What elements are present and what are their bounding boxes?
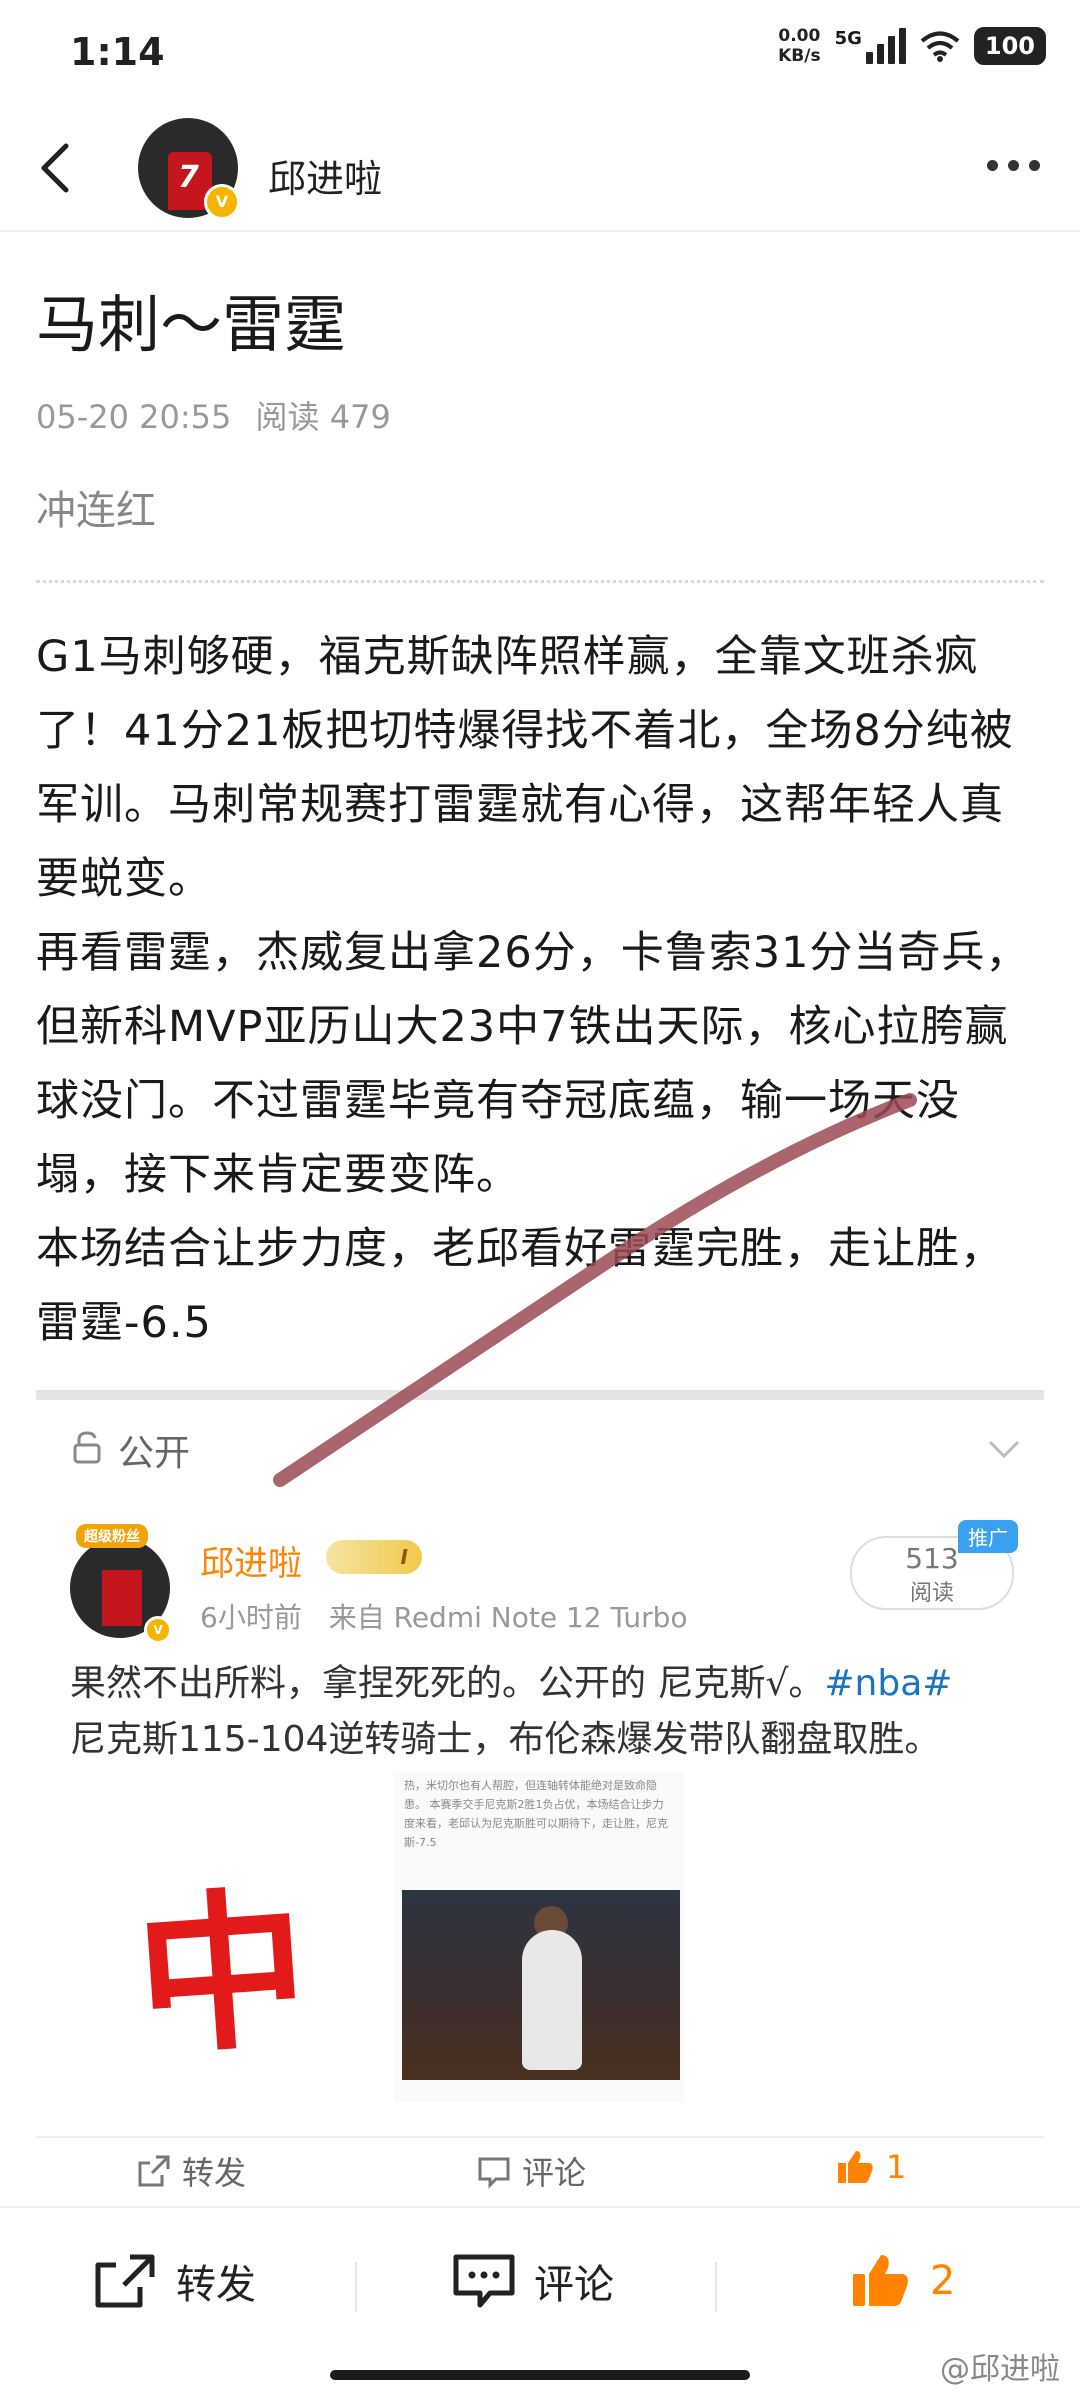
net-speed-unit: KB/s xyxy=(778,46,821,66)
repost-label: 转发 xyxy=(176,2262,256,2308)
thumbs-up-icon xyxy=(838,2151,873,2183)
nav-divider xyxy=(0,230,1080,232)
chevron-left-icon xyxy=(41,143,69,193)
repost-icon xyxy=(138,2155,170,2187)
article-date: 05-20 20:55 xyxy=(36,398,232,436)
embedded-comment-label: 评论 xyxy=(522,2154,587,2192)
thumbs-up-icon xyxy=(853,2255,908,2306)
like-count: 2 xyxy=(930,2258,956,2304)
read-count: 479 xyxy=(329,398,391,436)
battery-indicator: 100 xyxy=(973,27,1046,65)
hashtag-link: #nba# xyxy=(824,1663,953,1704)
embedded-like: 1 xyxy=(836,2148,906,2186)
player-photo xyxy=(402,1890,680,2080)
bottom-action-bar: 转发 评论 2 xyxy=(0,2206,1080,2368)
embedded-post-image[interactable]: 超级粉丝 V 邱进啦 I 6小时前 来自 Redmi Note 12 Turbo… xyxy=(36,1496,1044,2206)
home-indicator[interactable] xyxy=(330,2370,750,2380)
win-stamp: 中 xyxy=(130,1868,314,2080)
verified-badge-icon: V xyxy=(204,184,240,220)
status-icons: 0.00 KB/s 5G 100 xyxy=(778,26,1046,66)
more-options-button[interactable] xyxy=(987,160,1040,171)
weibo-watermark: @邱进啦 xyxy=(940,2352,1060,2387)
embedded-repost-label: 转发 xyxy=(182,2154,247,2192)
lock-icon xyxy=(73,1431,101,1464)
embedded-avatar: 超级粉丝 V xyxy=(70,1524,172,1644)
net-speed-value: 0.00 xyxy=(778,26,821,46)
paragraph-1: G1马刺够硬，福克斯缺阵照样赢，全靠文班杀疯了！41分21板把切特爆得找不着北，… xyxy=(36,632,1014,904)
embedded-read-label: 阅读 xyxy=(909,1581,954,1606)
signal-icon: 5G xyxy=(835,28,906,64)
embedded-like-count: 1 xyxy=(886,2148,907,2186)
visibility-row[interactable]: 公开 xyxy=(36,1400,1044,1498)
repost-icon xyxy=(95,2254,155,2308)
embedded-comment: 评论 xyxy=(476,2148,586,2194)
fan-badge: 超级粉丝 xyxy=(76,1524,148,1548)
comment-icon xyxy=(478,2157,510,2189)
embedded-text-main: 果然不出所料，拿捏死死的。公开的 尼克斯√。 xyxy=(70,1663,825,1704)
nested-screenshot: 热，米切尔也有人帮腔，但连轴转体能绝对是致命隐患。 本赛季交手尼克斯2胜1负占优… xyxy=(394,1772,684,2102)
embedded-text: 果然不出所料，拿捏死死的。公开的 尼克斯√。#nba# 尼克斯115-104逆转… xyxy=(70,1656,1030,1768)
verified-badge-icon: V xyxy=(144,1616,172,1644)
comment-icon xyxy=(453,2254,515,2308)
author-name[interactable]: 邱进啦 xyxy=(268,148,382,203)
paragraph-3: 本场结合让步力度，老邱看好雷霆完胜，走让胜，雷霆-6.5 xyxy=(36,1224,1004,1348)
section-divider xyxy=(36,1390,1044,1400)
article-subtitle: 冲连红 xyxy=(36,488,156,534)
article-body: G1马刺够硬，福克斯缺阵照样赢，全靠文班杀疯了！41分21板把切特爆得找不着北，… xyxy=(36,620,1046,1360)
embedded-source: 来自 Redmi Note 12 Turbo xyxy=(328,1601,688,1634)
level-badge: I xyxy=(326,1540,422,1574)
embedded-author: 邱进啦 xyxy=(200,1544,302,1584)
embedded-action-bar: 转发 评论 1 xyxy=(36,2136,1044,2208)
embedded-repost: 转发 xyxy=(136,2148,246,2194)
visibility-label: 公开 xyxy=(118,1433,191,1474)
article-meta: 05-20 20:55 阅读 479 xyxy=(36,392,391,438)
network-type: 5G xyxy=(834,28,862,49)
embedded-time: 6小时前 xyxy=(200,1601,302,1634)
status-time: 1:14 xyxy=(70,30,165,74)
bar-separator xyxy=(355,2262,357,2312)
back-button[interactable] xyxy=(30,138,90,198)
like-button[interactable]: 2 xyxy=(850,2252,955,2310)
article-title: 马刺～雷霆 xyxy=(36,288,347,361)
repost-button[interactable]: 转发 xyxy=(94,2252,256,2310)
read-label: 阅读 xyxy=(255,398,320,436)
embedded-meta: 6小时前 来自 Redmi Note 12 Turbo xyxy=(200,1596,688,1636)
bar-separator xyxy=(715,2262,717,2312)
comment-button[interactable]: 评论 xyxy=(452,2252,614,2310)
dotted-divider xyxy=(36,580,1044,583)
embedded-text-second: 尼克斯115-104逆转骑士，布伦森爆发带队翻盘取胜。 xyxy=(70,1719,941,1760)
network-speed: 0.00 KB/s xyxy=(778,26,820,66)
paragraph-2: 再看雷霆，杰威复出拿26分，卡鲁索31分当奇兵，但新科MVP亚历山大23中7铁出… xyxy=(36,928,1030,1200)
comment-label: 评论 xyxy=(534,2262,614,2308)
wifi-icon xyxy=(920,31,960,62)
nested-screenshot-text: 热，米切尔也有人帮腔，但连轴转体能绝对是致命隐患。 本赛季交手尼克斯2胜1负占优… xyxy=(404,1779,668,1849)
promo-badge: 推广 xyxy=(958,1520,1018,1553)
chevron-down-icon[interactable] xyxy=(984,1428,1024,1468)
